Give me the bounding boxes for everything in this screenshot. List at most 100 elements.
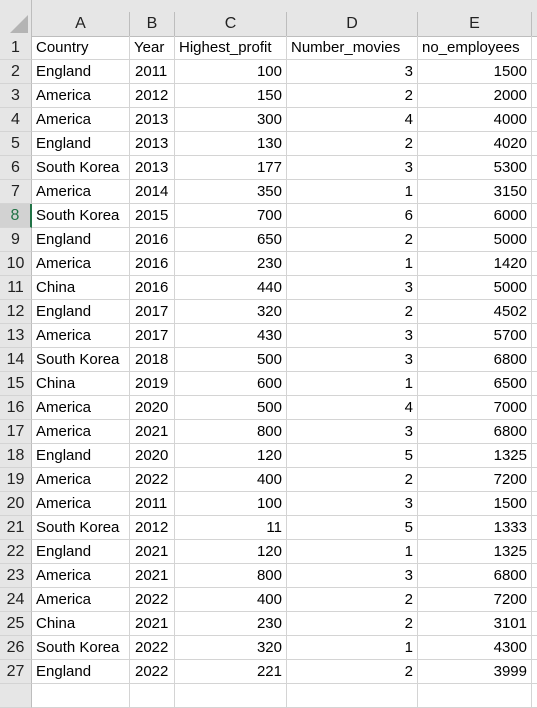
row-header[interactable]: 21 <box>0 516 32 540</box>
cell-no-employees[interactable]: 5300 <box>418 156 532 180</box>
cell-no-employees[interactable]: 1325 <box>418 444 532 468</box>
cell-country[interactable]: South Korea <box>32 348 130 372</box>
cell-year[interactable]: 2021 <box>130 564 175 588</box>
empty-cell[interactable] <box>532 492 537 516</box>
cell-country[interactable]: South Korea <box>32 636 130 660</box>
cell-no-employees[interactable]: 6800 <box>418 564 532 588</box>
cell-no-employees[interactable]: 5000 <box>418 276 532 300</box>
cell-no-employees[interactable]: 7000 <box>418 396 532 420</box>
cell-number-movies[interactable]: 5 <box>287 444 418 468</box>
cell-country[interactable]: America <box>32 180 130 204</box>
cell-number-movies[interactable]: 5 <box>287 516 418 540</box>
row-header[interactable]: 11 <box>0 276 32 300</box>
cell-country[interactable]: America <box>32 324 130 348</box>
empty-cell[interactable] <box>532 348 537 372</box>
row-header[interactable]: 6 <box>0 156 32 180</box>
empty-cell[interactable] <box>532 276 537 300</box>
cell-highest-profit[interactable]: 600 <box>175 372 287 396</box>
row-header[interactable]: 18 <box>0 444 32 468</box>
cell-number-movies[interactable]: 1 <box>287 540 418 564</box>
cell-country[interactable]: America <box>32 108 130 132</box>
empty-cell[interactable] <box>532 420 537 444</box>
cell-number-movies[interactable]: 3 <box>287 276 418 300</box>
empty-cell[interactable] <box>532 156 537 180</box>
cell-no-employees[interactable]: 6800 <box>418 420 532 444</box>
cell-country[interactable]: America <box>32 564 130 588</box>
cell-year[interactable]: 2012 <box>130 84 175 108</box>
cell-year[interactable]: 2015 <box>130 204 175 228</box>
cell-highest-profit[interactable]: 500 <box>175 348 287 372</box>
row-header[interactable]: 20 <box>0 492 32 516</box>
cell-number-movies[interactable]: 2 <box>287 228 418 252</box>
empty-cell[interactable] <box>32 684 130 708</box>
cell-highest-profit[interactable]: 500 <box>175 396 287 420</box>
row-header[interactable]: 12 <box>0 300 32 324</box>
cell-country[interactable]: England <box>32 540 130 564</box>
empty-cell[interactable] <box>532 588 537 612</box>
cell-highest-profit[interactable]: 150 <box>175 84 287 108</box>
cell-country[interactable]: England <box>32 660 130 684</box>
cell-year[interactable]: 2019 <box>130 372 175 396</box>
cell-country[interactable]: South Korea <box>32 204 130 228</box>
cell-year[interactable]: 2021 <box>130 420 175 444</box>
cell-country[interactable]: America <box>32 84 130 108</box>
empty-cell[interactable] <box>532 660 537 684</box>
row-header[interactable]: 15 <box>0 372 32 396</box>
row-header[interactable]: 2 <box>0 60 32 84</box>
cell-highest-profit[interactable]: 650 <box>175 228 287 252</box>
cell-no-employees[interactable]: 2000 <box>418 84 532 108</box>
cell-year[interactable]: 2022 <box>130 468 175 492</box>
cell-highest-profit[interactable]: 800 <box>175 564 287 588</box>
cell-year[interactable]: 2016 <box>130 228 175 252</box>
header-cell-number-movies[interactable]: Number_movies <box>287 36 418 60</box>
cell-no-employees[interactable]: 1500 <box>418 60 532 84</box>
cell-no-employees[interactable]: 1325 <box>418 540 532 564</box>
header-cell-year[interactable]: Year <box>130 36 175 60</box>
empty-cell[interactable] <box>532 252 537 276</box>
cell-highest-profit[interactable]: 221 <box>175 660 287 684</box>
cell-number-movies[interactable]: 1 <box>287 252 418 276</box>
empty-cell[interactable] <box>532 36 537 60</box>
cell-highest-profit[interactable]: 400 <box>175 588 287 612</box>
cell-number-movies[interactable]: 1 <box>287 372 418 396</box>
select-all-button[interactable] <box>0 0 32 36</box>
cell-number-movies[interactable]: 1 <box>287 636 418 660</box>
cell-highest-profit[interactable]: 230 <box>175 252 287 276</box>
empty-cell[interactable] <box>532 84 537 108</box>
cell-highest-profit[interactable]: 300 <box>175 108 287 132</box>
cell-year[interactable]: 2014 <box>130 180 175 204</box>
row-header[interactable]: 3 <box>0 84 32 108</box>
cell-country[interactable]: South Korea <box>32 156 130 180</box>
empty-cell[interactable] <box>532 372 537 396</box>
cell-year[interactable]: 2018 <box>130 348 175 372</box>
cell-highest-profit[interactable]: 800 <box>175 420 287 444</box>
cell-country[interactable]: America <box>32 396 130 420</box>
cell-country[interactable]: China <box>32 372 130 396</box>
cell-year[interactable]: 2020 <box>130 444 175 468</box>
cell-country[interactable]: America <box>32 468 130 492</box>
empty-cell[interactable] <box>532 540 537 564</box>
cell-year[interactable]: 2022 <box>130 588 175 612</box>
row-header[interactable]: 17 <box>0 420 32 444</box>
cell-country[interactable]: England <box>32 228 130 252</box>
cell-no-employees[interactable]: 1500 <box>418 492 532 516</box>
cell-no-employees[interactable]: 4000 <box>418 108 532 132</box>
cell-no-employees[interactable]: 3101 <box>418 612 532 636</box>
empty-cell[interactable] <box>532 180 537 204</box>
empty-cell[interactable] <box>532 132 537 156</box>
cell-no-employees[interactable]: 7200 <box>418 468 532 492</box>
empty-cell[interactable] <box>532 204 537 228</box>
cell-country[interactable]: America <box>32 588 130 612</box>
cell-no-employees[interactable]: 6500 <box>418 372 532 396</box>
cell-number-movies[interactable]: 2 <box>287 84 418 108</box>
empty-cell[interactable] <box>532 468 537 492</box>
cell-country[interactable]: England <box>32 132 130 156</box>
cell-no-employees[interactable]: 6000 <box>418 204 532 228</box>
cell-no-employees[interactable]: 4020 <box>418 132 532 156</box>
cell-highest-profit[interactable]: 100 <box>175 60 287 84</box>
column-header-b[interactable]: B <box>130 12 175 36</box>
cell-number-movies[interactable]: 2 <box>287 660 418 684</box>
row-header[interactable]: 8 <box>0 204 32 228</box>
header-cell-highest-profit[interactable]: Highest_profit <box>175 36 287 60</box>
cell-highest-profit[interactable]: 100 <box>175 492 287 516</box>
